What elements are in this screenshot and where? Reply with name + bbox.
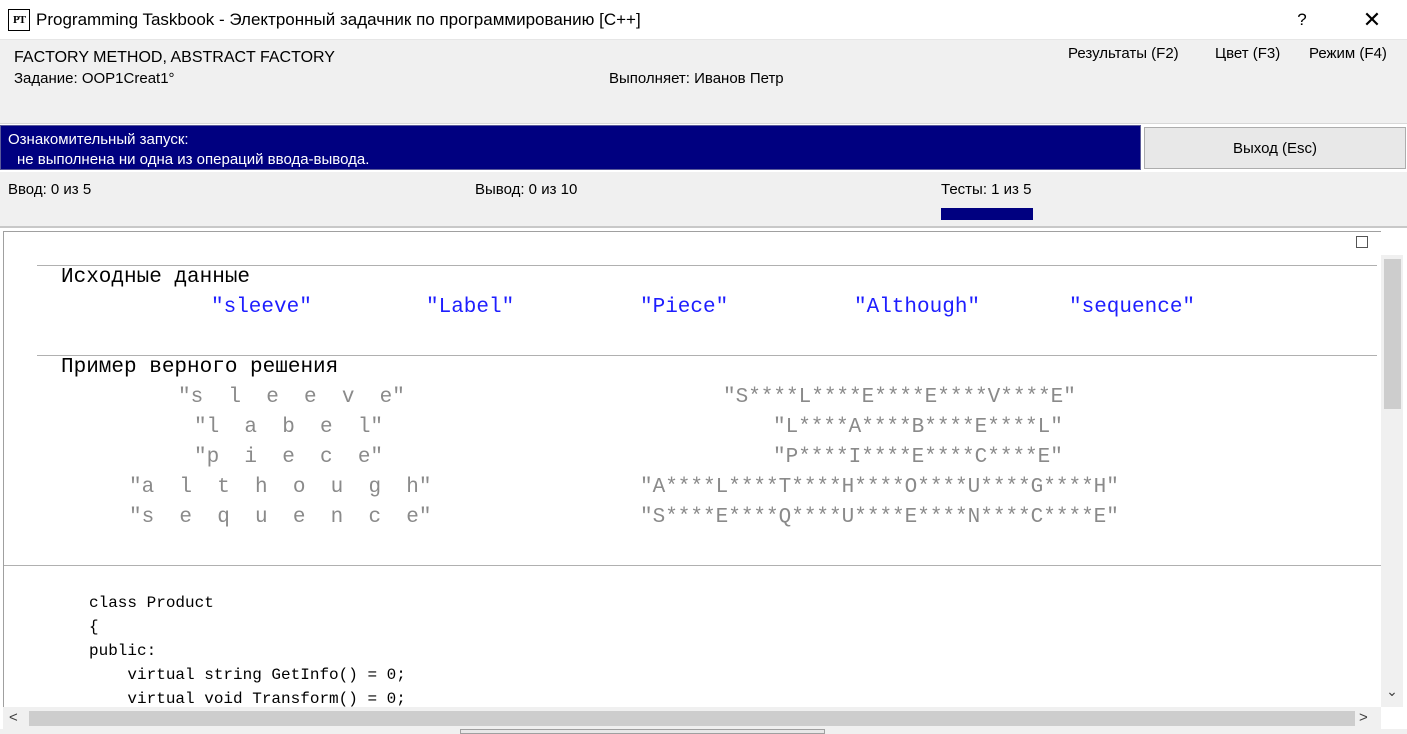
example-right-value: "P****I****E****C****E" xyxy=(773,446,1063,469)
vertical-scroll-thumb[interactable] xyxy=(1384,259,1401,409)
example-left-value: "s l e e v e" xyxy=(178,386,405,409)
app-icon: PT xyxy=(8,9,30,31)
task-name-label: Задание: OOP1Creat1° xyxy=(14,70,175,87)
input-counter: Ввод: 0 из 5 xyxy=(8,181,92,198)
example-right-value: "S****E****Q****U****E****N****C****E" xyxy=(640,506,1119,529)
tests-counter: Тесты: 1 из 5 xyxy=(941,181,1032,198)
results-menu-item[interactable]: Результаты (F2) xyxy=(1068,45,1179,62)
input-value: "Label" xyxy=(426,296,515,319)
status-message-title: Ознакомительный запуск: xyxy=(8,131,189,148)
task-header: FACTORY METHOD, ABSTRACT FACTORY Задание… xyxy=(0,40,1407,124)
tests-progress-fill xyxy=(941,208,1033,220)
help-button[interactable]: ? xyxy=(1279,0,1325,40)
horizontal-scroll-thumb[interactable] xyxy=(29,711,1355,726)
example-left-value: "s e q u e n c e" xyxy=(129,506,432,529)
example-section-title: Пример верного решения xyxy=(61,356,339,379)
code-line: class Product xyxy=(89,594,214,612)
input-value: "sequence" xyxy=(1069,296,1196,319)
code-line: virtual void Transform() = 0; xyxy=(89,690,406,707)
scroll-right-icon[interactable]: > xyxy=(1359,709,1368,726)
input-value: "sleeve" xyxy=(211,296,312,319)
section-divider xyxy=(4,565,1381,566)
input-value: "Piece" xyxy=(640,296,729,319)
color-menu-item[interactable]: Цвет (F3) xyxy=(1215,45,1280,62)
example-left-value: "p i e c e" xyxy=(194,446,384,469)
mode-menu-item[interactable]: Режим (F4) xyxy=(1309,45,1387,62)
example-right-value: "A****L****T****H****O****U****G****H" xyxy=(640,476,1119,499)
task-group-title: FACTORY METHOD, ABSTRACT FACTORY xyxy=(14,49,335,66)
input-value: "Although" xyxy=(854,296,981,319)
task-content-area: Исходные данные "sleeve" "Label" "Piece"… xyxy=(3,231,1381,707)
vertical-scrollbar[interactable] xyxy=(1381,255,1403,707)
tests-progress-bar xyxy=(941,208,1033,220)
window-title: Programming Taskbook - Электронный задач… xyxy=(36,10,641,29)
maximize-icon[interactable] xyxy=(1356,236,1368,248)
title-bar: PT Programming Taskbook - Электронный за… xyxy=(0,0,1407,40)
example-right-value: "S****L****E****E****V****E" xyxy=(723,386,1076,409)
input-section-title: Исходные данные xyxy=(61,266,251,289)
code-line: public: xyxy=(89,642,157,660)
code-line: { xyxy=(89,618,99,636)
example-left-value: "l a b e l" xyxy=(194,416,384,439)
status-message-detail: не выполнена ни одна из операций ввода-в… xyxy=(17,151,370,168)
exit-button[interactable]: Выход (Esc) xyxy=(1144,127,1406,169)
scroll-down-icon[interactable]: ⌄ xyxy=(1381,683,1403,703)
close-button[interactable]: ✕ xyxy=(1349,0,1395,40)
horizontal-scrollbar[interactable]: < > xyxy=(3,707,1381,729)
output-counter: Вывод: 0 из 10 xyxy=(475,181,578,198)
example-left-value: "a l t h o u g h" xyxy=(129,476,432,499)
code-line: virtual string GetInfo() = 0; xyxy=(89,666,406,684)
executor-label: Выполняет: Иванов Петр xyxy=(609,70,784,87)
bottom-tab[interactable] xyxy=(460,729,825,734)
io-counters-panel: Ввод: 0 из 5 Вывод: 0 из 10 Тесты: 1 из … xyxy=(0,172,1407,228)
scroll-left-icon[interactable]: < xyxy=(9,709,18,726)
status-message-panel: Ознакомительный запуск: не выполнена ни … xyxy=(0,125,1141,170)
example-right-value: "L****A****B****E****L" xyxy=(773,416,1063,439)
